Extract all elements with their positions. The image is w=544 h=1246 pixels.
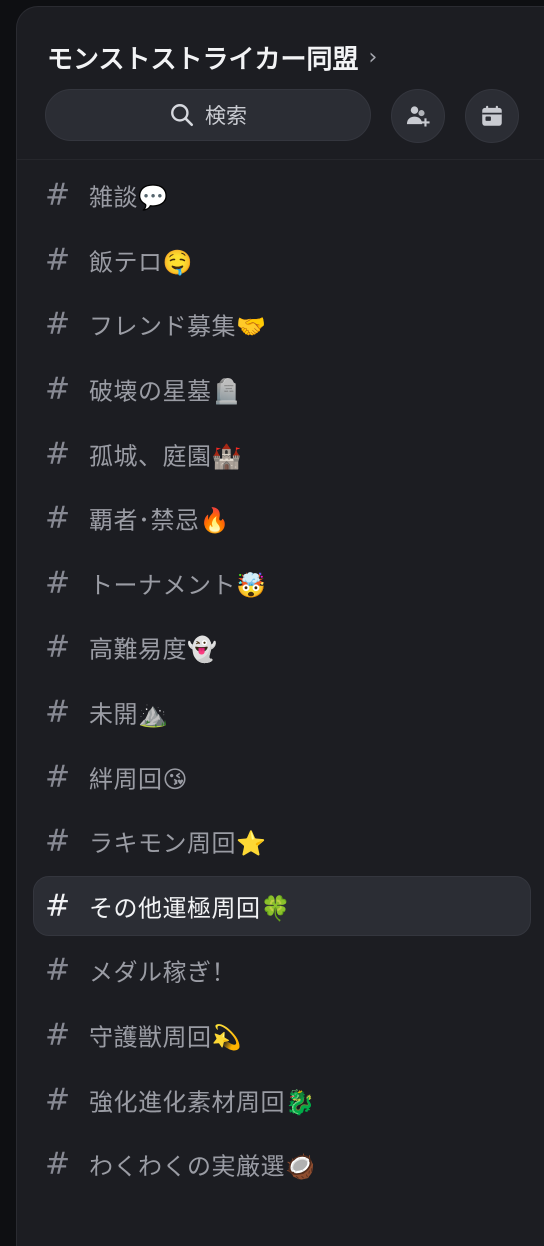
channel-hash-icon: # [45,565,71,601]
channel-item[interactable]: # 未開⛰️ [17,680,544,745]
channel-hash-icon: # [45,629,71,665]
channel-name: 未開⛰️ [89,700,169,729]
channel-hash-icon: # [45,436,71,472]
channel-item[interactable]: # 覇者･禁忌🔥 [17,486,544,551]
server-title: モンストストライカー同盟 [47,44,359,75]
channel-hash-icon: # [45,888,71,924]
channel-name: 絆周回😘 [89,765,189,794]
channel-hash-icon: # [45,1082,71,1118]
channel-name: 守護獣周回💫 [89,1023,242,1052]
calendar-icon [482,105,502,126]
channel-item[interactable]: # 強化進化素材周回🐉 [17,1067,544,1132]
channel-hash-icon: # [45,306,71,342]
channel-hash-icon: # [45,177,71,213]
channel-hash-icon: # [45,1017,71,1053]
channel-name: フレンド募集🤝 [89,312,267,341]
channel-item[interactable]: # 守護獣周回💫 [17,1003,544,1068]
channel-hash-icon: # [45,759,71,795]
channel-name: 孤城、庭園🏰 [89,442,242,471]
channel-item[interactable]: # 絆周回😘 [17,744,544,809]
channel-item[interactable]: # 孤城、庭園🏰 [17,421,544,486]
channel-name: メダル稼ぎ！ [89,958,236,987]
channel-name: わくわくの実厳選🥥 [89,1152,316,1181]
channel-name: 雑談💬 [89,183,169,212]
channel-item[interactable]: # わくわくの実厳選🥥 [17,1132,544,1197]
channel-item-selected[interactable]: # その他運極周回🍀 [17,874,544,939]
channel-hash-icon: # [45,371,71,407]
channel-item[interactable]: # 飯テロ🤤 [17,228,544,293]
channel-item[interactable]: # メダル稼ぎ！ [17,938,544,1003]
server-header[interactable]: モンストストライカー同盟 › [47,37,377,77]
channel-list: # 雑談💬 # 飯テロ🤤 # フレンド募集🤝 # 破壊の星墓🪦 # 孤城、庭園🏰… [17,163,544,1197]
channel-item[interactable]: # フレンド募集🤝 [17,292,544,357]
channel-item[interactable]: # 破壊の星墓🪦 [17,357,544,422]
chevron-right-icon: › [368,44,378,70]
channel-name: その他運極周回🍀 [89,894,291,923]
channel-item[interactable]: # ラキモン周回⭐ [17,809,544,874]
header-divider [17,159,544,160]
search-icon [171,104,194,127]
channel-name: 高難易度👻 [89,635,218,664]
channel-name: ラキモン周回⭐ [89,829,267,858]
channel-name: 飯テロ🤤 [89,248,193,277]
channel-hash-icon: # [45,823,71,859]
events-button[interactable] [465,89,519,143]
channel-hash-icon: # [45,242,71,278]
search-label: 検索 [205,104,247,128]
channel-item[interactable]: # トーナメント🤯 [17,551,544,616]
add-member-icon [406,106,430,127]
channel-sidebar: モンストストライカー同盟 › 検索 # 雑談💬 # 飯テロ🤤 # フレンド募集🤝… [16,6,544,1246]
channel-item[interactable]: # 高難易度👻 [17,615,544,680]
channel-hash-icon: # [45,952,71,988]
channel-name: トーナメント🤯 [89,571,267,600]
channel-item[interactable]: # 雑談💬 [17,163,544,228]
search-button[interactable]: 検索 [45,89,371,141]
channel-hash-icon: # [45,500,71,536]
channel-name: 覇者･禁忌🔥 [89,506,230,535]
channel-name: 破壊の星墓🪦 [89,377,242,406]
add-member-button[interactable] [391,89,445,143]
channel-name: 強化進化素材周回🐉 [89,1088,316,1117]
channel-hash-icon: # [45,1146,71,1182]
channel-hash-icon: # [45,694,71,730]
